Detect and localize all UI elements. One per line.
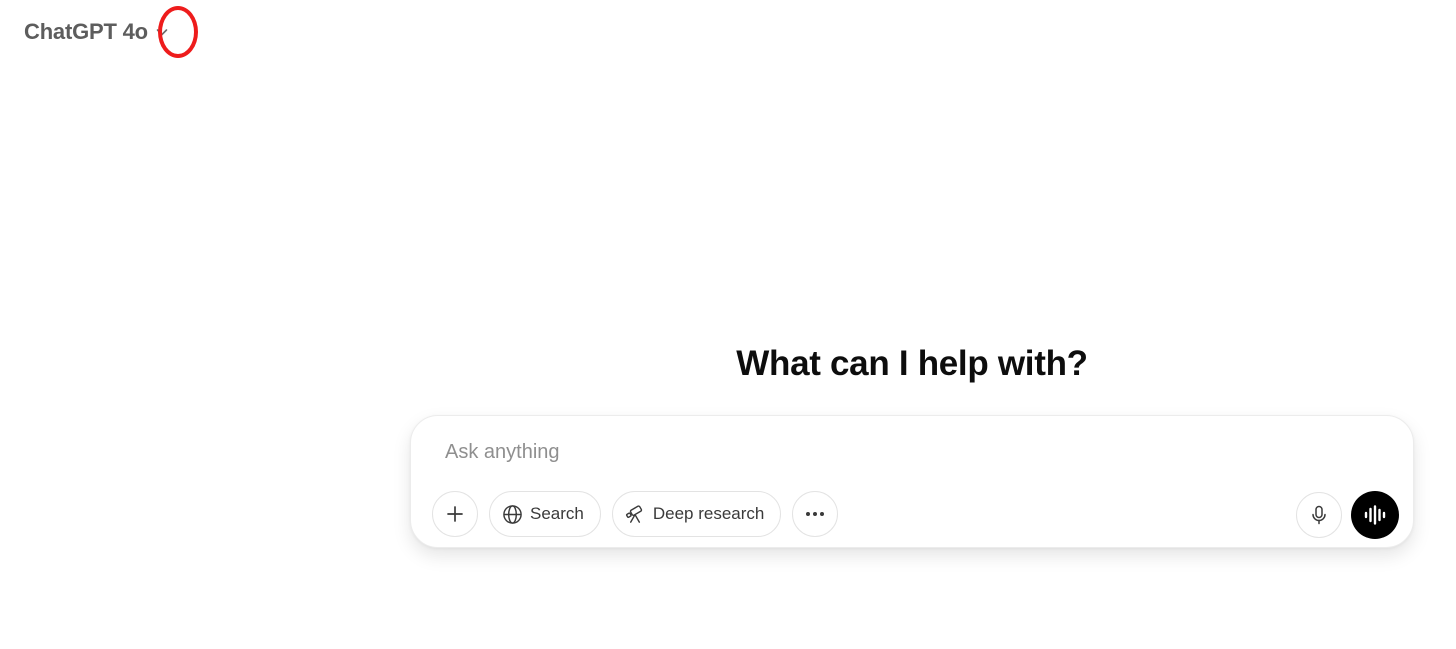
add-attachment-button[interactable] bbox=[432, 491, 478, 537]
search-button[interactable]: Search bbox=[489, 491, 601, 537]
prompt-composer: Search Deep research bbox=[410, 415, 1414, 548]
chevron-down-icon[interactable] bbox=[152, 22, 172, 42]
deep-research-button-label: Deep research bbox=[652, 504, 765, 523]
model-name: ChatGPT 4o bbox=[24, 19, 148, 44]
search-button-label: Search bbox=[530, 504, 584, 523]
chat-page: ChatGPT 4o What can I help with? Ask any… bbox=[0, 0, 1456, 649]
composer-toolbar: Search Deep research bbox=[432, 491, 839, 537]
deep-research-button[interactable]: Deep research bbox=[611, 491, 782, 537]
dictate-button[interactable] bbox=[1296, 492, 1342, 538]
plus-icon bbox=[445, 504, 465, 524]
more-tools-button[interactable] bbox=[792, 491, 839, 537]
voice-mode-button[interactable] bbox=[1351, 491, 1399, 539]
page-title: What can I help with? bbox=[736, 344, 1088, 383]
telescope-icon bbox=[625, 504, 646, 525]
ellipsis-icon bbox=[804, 511, 826, 517]
prompt-input[interactable] bbox=[445, 436, 1345, 468]
composer-actions bbox=[1296, 491, 1399, 539]
voice-waveform-icon bbox=[1363, 505, 1387, 525]
microphone-icon bbox=[1310, 505, 1328, 525]
model-selector[interactable]: ChatGPT 4o bbox=[24, 16, 172, 48]
globe-icon bbox=[502, 504, 523, 525]
